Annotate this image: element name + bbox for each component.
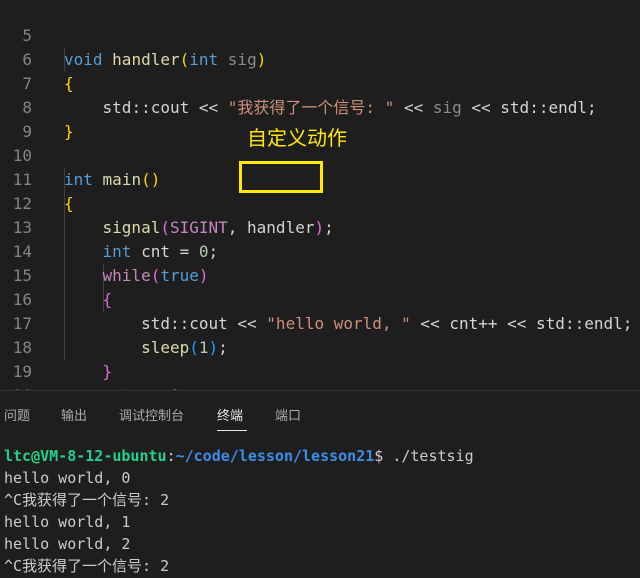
tab-terminal[interactable]: 终端 [217, 405, 243, 424]
code-line: 17 sleep(1); [0, 288, 228, 357]
tab-output[interactable]: 输出 [61, 405, 87, 424]
code-line: 18 } [0, 312, 112, 381]
terminal-prompt-line: ltc@VM-8-12-ubuntu:~/code/lesson/lesson2… [4, 447, 474, 465]
terminal-line: hello world, 2 [4, 535, 131, 553]
code-line: 9 [0, 96, 39, 141]
terminal-line: hello world, 1 [4, 513, 131, 531]
tab-debug-console[interactable]: 调试控制台 [119, 405, 184, 424]
annotation-highlight-box [239, 161, 323, 193]
tab-problems[interactable]: 问题 [4, 405, 30, 424]
code-editor[interactable]: 5 void handler(int sig) 6 { 7 std::cout … [0, 0, 640, 390]
code-line: 8 } [0, 72, 73, 141]
terminal-line: hello world, 0 [4, 469, 131, 487]
code-line: 20 } [0, 360, 39, 390]
code-line: 5 void handler(int sig) [0, 0, 266, 69]
terminal-line: ^C我获得了一个信号: 2 [4, 557, 170, 575]
code-line: 7 std::cout << "我获得了一个信号: " << sig << st… [0, 48, 596, 117]
panel-tab-bar: 问题 输出 调试控制台 终端 端口 [0, 391, 640, 435]
active-tab-indicator [217, 430, 247, 431]
terminal-line: ^C我获得了一个信号: 2 [4, 491, 170, 509]
code-line: 16 std::cout << "hello world, " << cnt++… [0, 264, 633, 333]
code-line: 10 int main() [0, 120, 161, 189]
code-line: 19 return 0; [0, 336, 190, 390]
bottom-panel: 问题 输出 调试控制台 终端 端口 ltc@VM-8-12-ubuntu:~/c… [0, 390, 640, 578]
code-line: 15 { [0, 240, 112, 309]
code-line: 12 signal(SIGINT, handler); [0, 168, 334, 237]
code-line: 6 { [0, 24, 73, 93]
code-line: 13 int cnt = 0; [0, 192, 218, 261]
code-line: 14 while(true) [0, 216, 209, 285]
code-line: 11 { [0, 144, 74, 213]
annotation-label: 自定义动作 [247, 126, 347, 150]
tab-ports[interactable]: 端口 [275, 405, 301, 424]
